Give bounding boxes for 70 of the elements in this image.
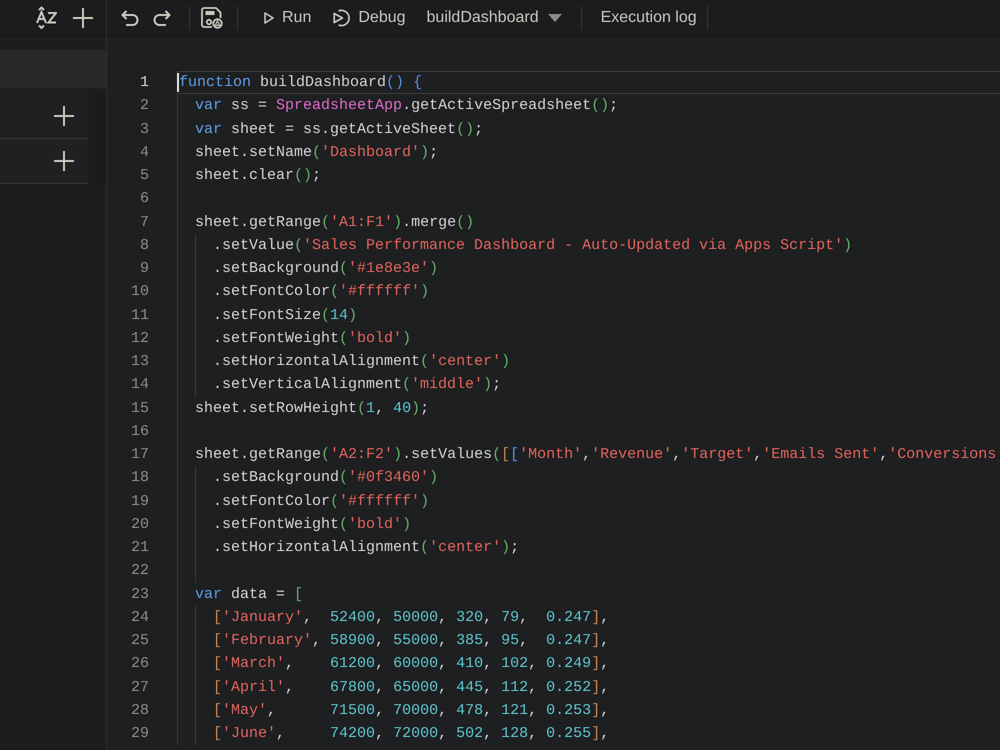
code-line: ['March', 61200, 60000, 410, 102, 0.249], (213, 654, 610, 674)
line-number: 29 (130, 724, 149, 744)
redo-icon[interactable] (153, 10, 171, 26)
line-number: 15 (130, 398, 149, 418)
code-line: sheet.setName('Dashboard'); (195, 142, 438, 163)
line-number: 14 (130, 375, 149, 396)
debug-icon (333, 9, 352, 27)
code-line: var ss = SpreadsheetApp.getActiveSpreadsheet(); (195, 96, 618, 116)
code-line: var sheet = ss.getActiveSheet(); (195, 120, 484, 140)
line-number: 1 (138, 73, 149, 93)
line-number: 18 (130, 468, 149, 488)
line-number: 24 (130, 608, 149, 628)
save-icon[interactable] (201, 7, 223, 29)
code-line: .setVerticalAlignment('middle'); (213, 375, 502, 396)
line-number: 22 (130, 561, 149, 582)
code-line: sheet.clear(); (195, 166, 322, 186)
code-line: .setBackground('#1e8e3e') (213, 259, 438, 280)
line-number: 9 (138, 259, 149, 279)
code-line: var data = [ (195, 584, 304, 605)
code-line: .setFontColor('#ffffff') (213, 282, 430, 302)
line-number: 20 (130, 514, 149, 535)
caret-icon (548, 14, 562, 22)
line-number: 10 (130, 282, 149, 302)
debug-button[interactable]: Debug (333, 9, 406, 27)
code-line: .setHorizontalAlignment('center') (213, 352, 510, 372)
line-number: 19 (130, 492, 149, 512)
code-line: .setFontSize(14) (213, 306, 358, 326)
line-number: 12 (130, 328, 149, 349)
plus-icon[interactable] (73, 8, 93, 28)
code-line: ['February', 58900, 55000, 385, 95, 0.247], (213, 631, 610, 652)
code-line: sheet.getRange('A2:F2').setValues([['Month','Revenue','Target','Emails Sent','Conversions (195, 445, 996, 466)
code-line: ['January', 52400, 50000, 320, 79, 0.247], (213, 608, 610, 628)
line-number: 28 (130, 700, 149, 721)
line-number: 21 (130, 538, 149, 558)
line-number: 25 (130, 631, 149, 651)
play-icon (264, 12, 274, 24)
function-dropdown[interactable]: buildDashboard (426, 9, 562, 27)
code-line: sheet.getRange('A1:F1').merge() (195, 212, 474, 233)
execution-log-button[interactable]: Execution log (600, 9, 697, 27)
code-line: .setFontColor('#ffffff') (213, 492, 430, 512)
line-number: 23 (130, 584, 149, 604)
line-number: 2 (138, 96, 149, 116)
line-number: 8 (138, 236, 149, 256)
code-line: .setBackground('#0f3460') (213, 468, 438, 488)
line-number: 13 (130, 352, 149, 372)
undo-icon[interactable] (121, 10, 139, 26)
code-line: function buildDashboard() { (179, 73, 422, 94)
code-line: sheet.setRowHeight(1, 40); (195, 398, 430, 419)
code-line: .setValue('Sales Performance Dashboard - Auto-Updated via Apps Script') (213, 236, 852, 256)
line-number: 3 (138, 120, 149, 140)
code-line: ['April', 67800, 65000, 445, 112, 0.252], (213, 678, 610, 698)
line-number: 5 (138, 166, 149, 186)
text-cursor (177, 73, 179, 92)
line-number: 11 (130, 306, 149, 326)
line-number: 7 (138, 212, 149, 232)
code-line: ['May', 71500, 70000, 478, 121, 0.253], (213, 700, 610, 721)
line-number: 4 (138, 142, 149, 163)
plus-icon[interactable] (54, 106, 74, 126)
code-line: .setFontWeight('bold') (213, 328, 412, 349)
plus-icon[interactable] (54, 151, 74, 171)
code-line: .setHorizontalAlignment('center'); (213, 538, 520, 558)
code-line: ['June', 74200, 72000, 502, 128, 0.255], (213, 724, 610, 744)
run-button[interactable]: Run (264, 9, 312, 27)
line-number: 27 (130, 678, 149, 698)
code-line: .setFontWeight('bold') (213, 514, 412, 535)
line-number: 16 (130, 422, 149, 442)
line-number: 17 (130, 445, 149, 465)
sort-icon[interactable] (36, 6, 57, 30)
line-number: 26 (130, 654, 149, 674)
line-number: 6 (138, 189, 149, 210)
